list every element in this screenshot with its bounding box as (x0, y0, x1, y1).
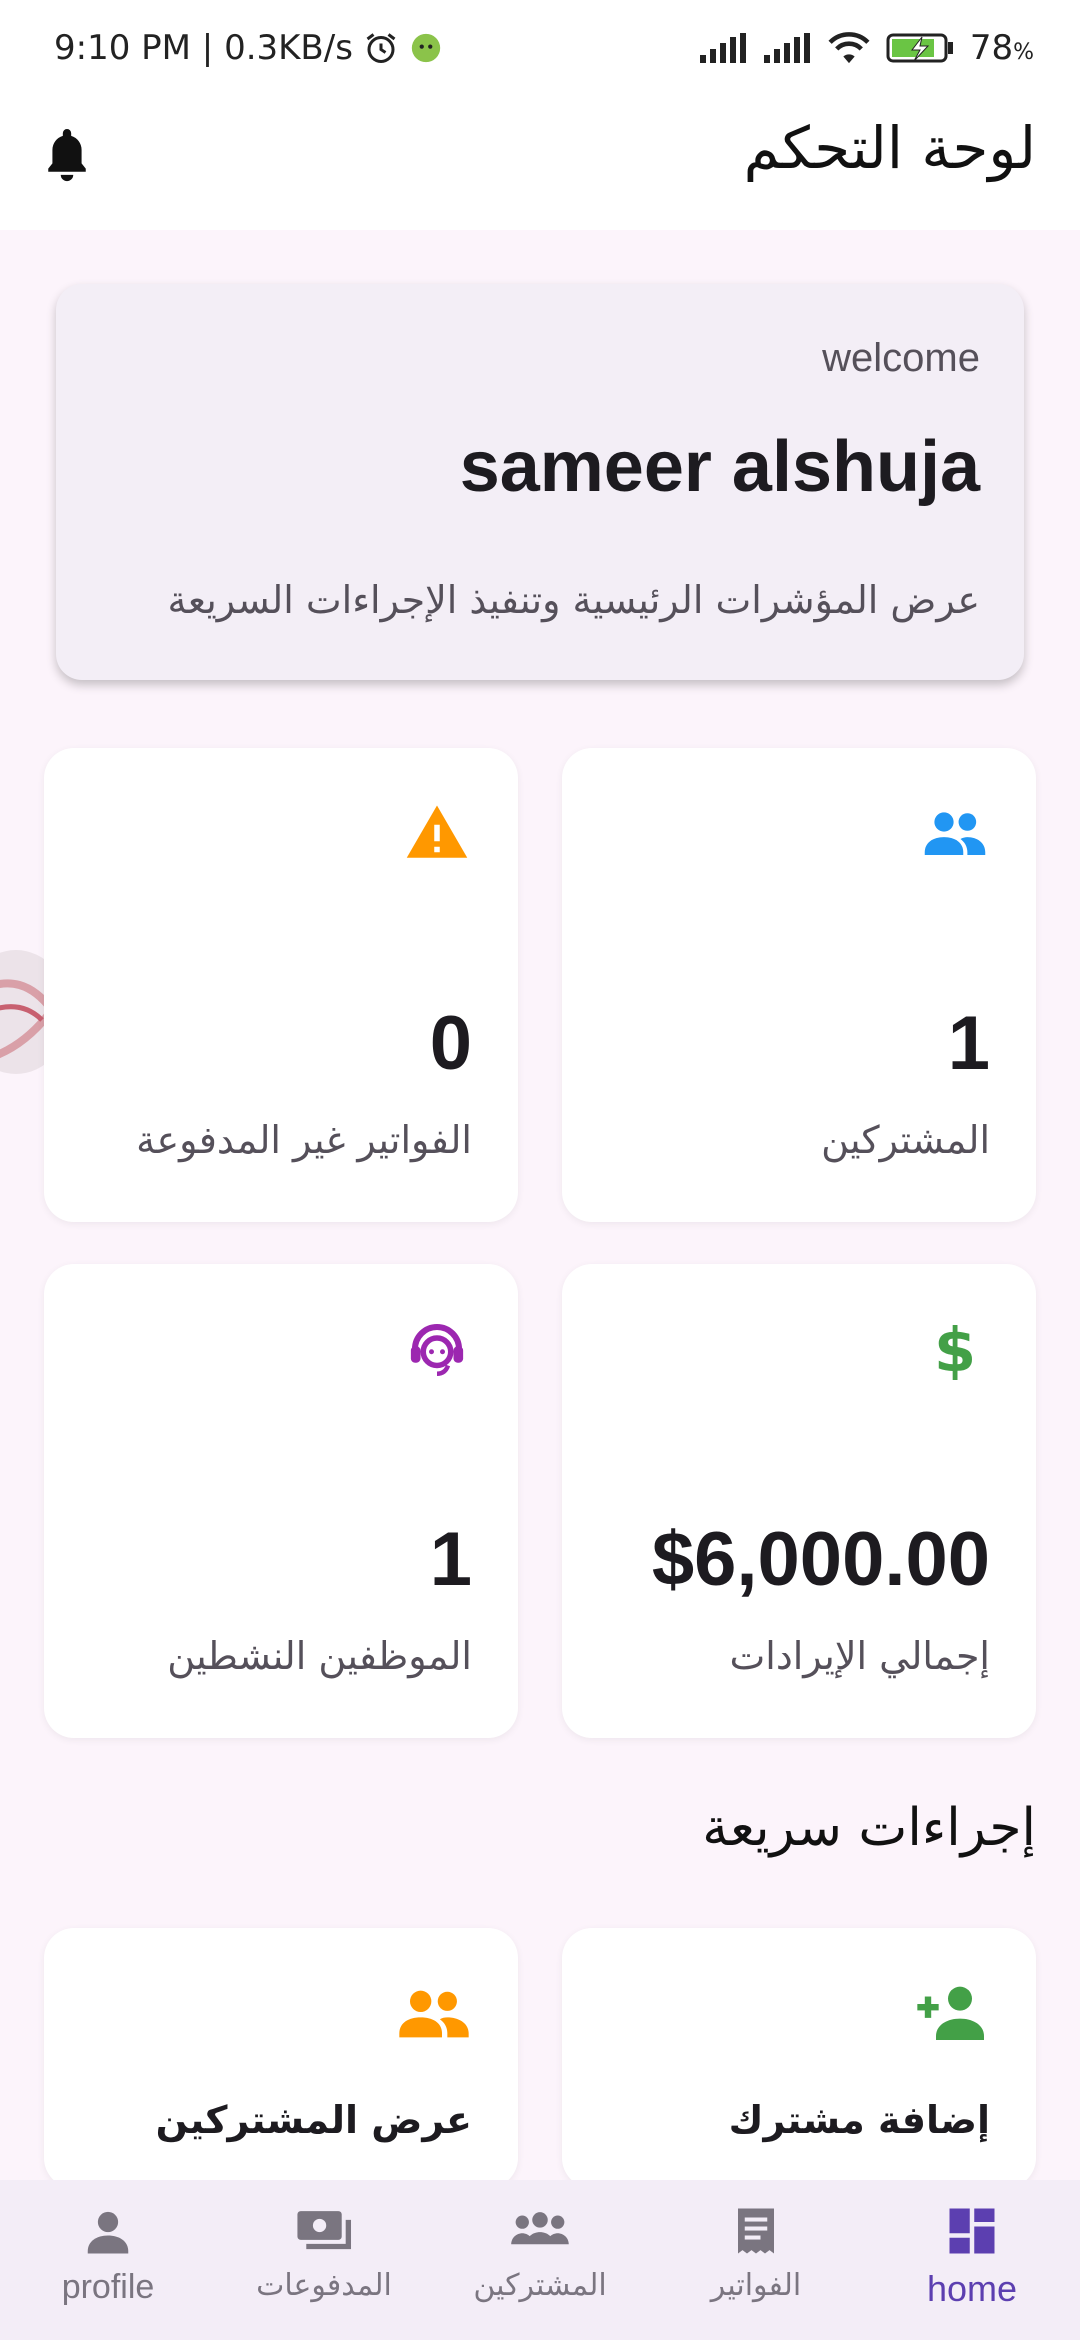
stat-card-subscribers[interactable]: 1 المشتركين (562, 748, 1036, 1222)
app-bar: لوحة التحكم (0, 96, 1080, 230)
receipt-icon (729, 2204, 783, 2258)
status-left: 9:10 PM | 0.3KB/s (54, 28, 443, 68)
person-add-icon (914, 1980, 990, 2044)
wifi-icon (826, 31, 872, 65)
stat-card-unpaid-invoices[interactable]: 0 الفواتير غير المدفوعة (44, 748, 518, 1222)
nav-label-home: home (926, 2268, 1018, 2309)
nav-item-profile[interactable]: profile (0, 2180, 216, 2340)
welcome-card: welcome sameer alshuja عرض المؤشرات الرئ… (56, 284, 1024, 680)
warning-icon (404, 800, 470, 866)
nav-item-payments[interactable]: المدفوعات (216, 2180, 432, 2340)
nav-label-subscribers: المشتركين (473, 2268, 607, 2303)
nav-label-profile: profile (61, 2268, 155, 2306)
nav-item-invoices[interactable]: الفواتير (648, 2180, 864, 2340)
nav-label-invoices: الفواتير (710, 2268, 802, 2303)
welcome-subtitle: عرض المؤشرات الرئيسية وتنفيذ الإجراءات ا… (167, 578, 981, 622)
unpaid-invoices-value: 0 (429, 1001, 472, 1086)
unpaid-invoices-label: الفواتير غير المدفوعة (136, 1118, 472, 1162)
welcome-greeting: welcome (822, 336, 980, 380)
user-name: sameer alshuja (459, 427, 980, 507)
groups-icon (509, 2204, 571, 2258)
view-subscribers-label: عرض المشتركين (155, 2098, 472, 2142)
active-employees-label: الموظفين النشطين (167, 1634, 472, 1678)
signal-icon-2 (762, 33, 812, 63)
alarm-icon (363, 30, 399, 66)
quick-actions-title: إجراءات سريعة (702, 1798, 1036, 1858)
bell-icon[interactable] (42, 124, 92, 184)
stat-card-active-employees[interactable]: 1 الموظفين النشطين (44, 1264, 518, 1738)
android-robot-icon (409, 31, 443, 65)
svg-text:$: $ (934, 1316, 976, 1382)
status-time: 9:10 PM | 0.3KB/s (54, 28, 353, 68)
quick-action-add-subscriber[interactable]: إضافة مشترك (562, 1928, 1036, 2188)
page-title: لوحة التحكم (743, 114, 1036, 182)
status-right: 78% (698, 28, 1034, 68)
active-employees-value: 1 (429, 1517, 472, 1602)
battery-level: 78% (969, 28, 1034, 68)
group-icon (396, 1980, 472, 2044)
battery-icon (886, 31, 956, 65)
nav-label-payments: المدفوعات (256, 2268, 392, 2303)
support-agent-icon (404, 1316, 470, 1382)
total-revenue-value: $6,000.00 (651, 1517, 990, 1602)
nav-item-home[interactable]: home (864, 2180, 1080, 2340)
person-icon (81, 2204, 135, 2258)
people-icon (922, 800, 988, 866)
subscribers-value: 1 (947, 1001, 990, 1086)
total-revenue-label: إجمالي الإيرادات (729, 1634, 990, 1678)
dashboard-icon (945, 2204, 999, 2258)
add-subscriber-label: إضافة مشترك (728, 2098, 990, 2142)
quick-action-view-subscribers[interactable]: عرض المشتركين (44, 1928, 518, 2188)
dollar-icon: $ (922, 1316, 988, 1386)
status-bar: 9:10 PM | 0.3KB/s 78% (0, 0, 1080, 96)
stat-card-total-revenue[interactable]: $ $6,000.00 إجمالي الإيرادات (562, 1264, 1036, 1738)
signal-icon (698, 33, 748, 63)
bottom-navigation: profile المدفوعات المشتركين الفواتير hom… (0, 2180, 1080, 2340)
payments-icon (293, 2204, 355, 2258)
nav-item-subscribers[interactable]: المشتركين (432, 2180, 648, 2340)
subscribers-label: المشتركين (821, 1118, 990, 1162)
